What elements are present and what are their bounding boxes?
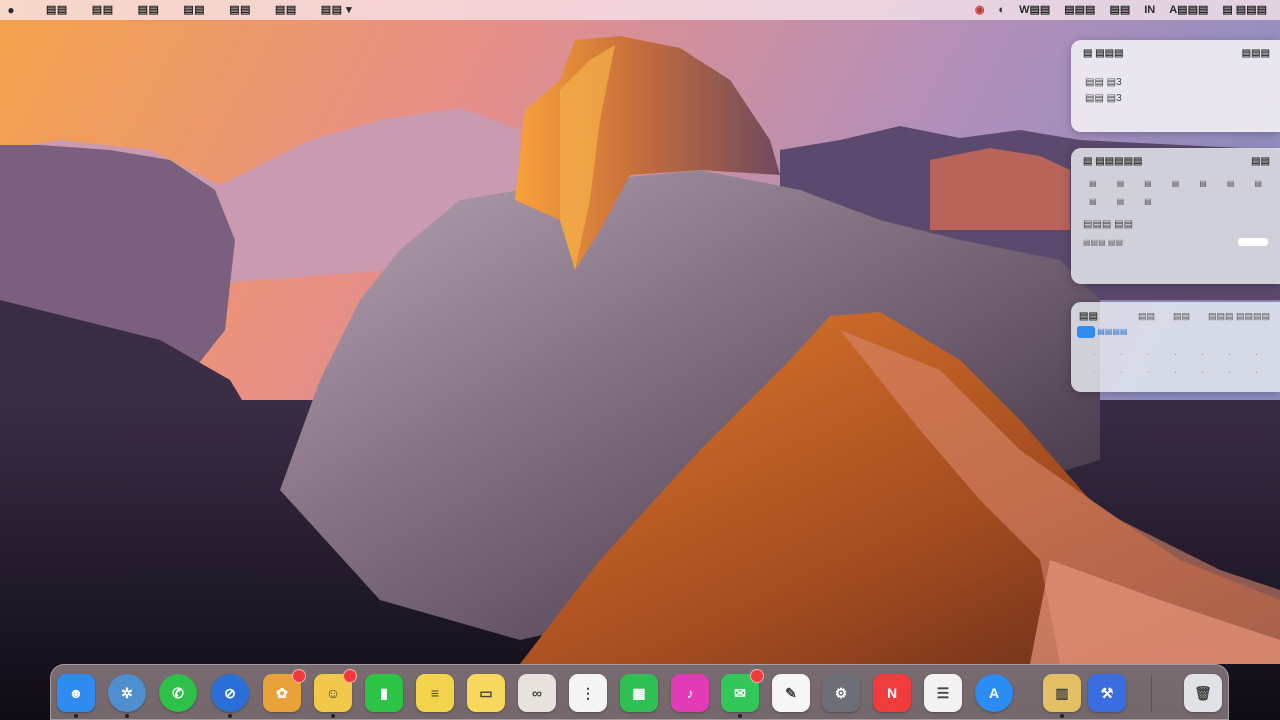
notification-badge bbox=[750, 669, 764, 683]
system-settings-icon[interactable]: ⚙ bbox=[822, 674, 860, 712]
control-center-icon[interactable]: ◐ bbox=[991, 0, 1012, 20]
messages-icon[interactable]: ✉ bbox=[721, 669, 764, 718]
calendar-day: ▤ bbox=[1144, 197, 1152, 206]
launchpad-icon[interactable]: ✲ bbox=[108, 674, 146, 718]
running-indicator bbox=[228, 714, 232, 718]
clock-widget-line: ▤▤ ▤3 bbox=[1085, 93, 1122, 104]
running-indicator bbox=[331, 714, 335, 718]
running-indicator bbox=[738, 714, 742, 718]
dock-separator bbox=[1151, 675, 1152, 711]
clock-status[interactable]: ▤ ▤▤▤ bbox=[1215, 0, 1274, 20]
archive-utility-icon[interactable]: ▥ bbox=[1043, 674, 1081, 718]
calendar-widget[interactable]: ▤ ▤▤▤▤▤ ▤▤ ▤ ▤ ▤ ▤ ▤ ▤ ▤ ▤ ▤ ▤ ▤▤▤ ▤▤ ▤▤… bbox=[1071, 148, 1280, 284]
calendar-day bbox=[1189, 195, 1217, 209]
reminders-dots-row: · · · · · · · bbox=[1093, 368, 1258, 377]
battery-status[interactable]: ▤▤▤ bbox=[1057, 0, 1102, 20]
running-indicator bbox=[74, 714, 78, 718]
running-indicator bbox=[1060, 714, 1064, 718]
clock-widget-title: ▤ ▤▤▤ bbox=[1083, 48, 1124, 59]
calendar-days-row: ▤ ▤ ▤ bbox=[1071, 191, 1280, 209]
contacts-icon[interactable]: ☺ bbox=[314, 669, 357, 718]
notification-badge bbox=[292, 669, 306, 683]
calendar-day bbox=[1217, 195, 1245, 209]
menu-bar-status: ◉ ◐ W▤▤ ▤▤▤ ▤▤ IN A▤▤▤ ▤ ▤▤▤ bbox=[968, 0, 1280, 20]
dock: ☻ ✲ ✆ ⊘ ✿ ☺ ▮ ≡ ▭ ∞ ⋮ ▦ ♪ ✉ ✎ ⚙ N ☰ A ▥ ⚒ 🗑 bbox=[50, 664, 1229, 720]
calendar-day: ▤ bbox=[1199, 179, 1207, 188]
reminders-dots-row: · · · · · · · bbox=[1093, 350, 1258, 359]
clock-widget-right: ▤▤▤ bbox=[1241, 48, 1270, 59]
apple-logo-icon[interactable]: ● bbox=[4, 0, 18, 20]
xcode-icon[interactable]: ⚒ bbox=[1088, 674, 1126, 712]
pages-icon[interactable]: ✎ bbox=[772, 674, 810, 712]
clock-widget-line: ▤▤ ▤3 bbox=[1085, 77, 1122, 88]
safari-icon[interactable]: ⊘ bbox=[211, 674, 249, 718]
clock-widget[interactable]: ▤ ▤▤▤ ▤▤▤ ▤▤ ▤3 ▤▤ ▤3 bbox=[1071, 40, 1280, 132]
calendar-event-marker bbox=[1238, 238, 1268, 246]
facetime-video-icon[interactable]: ▮ bbox=[365, 674, 403, 712]
reminders-col: ▤▤▤ ▤▤▤▤ bbox=[1207, 311, 1270, 321]
calendar-day: ▤ bbox=[1116, 197, 1125, 206]
calendar-day: ▤ bbox=[1089, 179, 1097, 188]
calendar-day bbox=[1244, 195, 1272, 209]
calendar-day bbox=[1162, 195, 1190, 209]
input-source-status[interactable]: IN bbox=[1137, 0, 1162, 20]
menu-item-file[interactable]: ▤▤ bbox=[80, 0, 126, 20]
menu-item-app[interactable]: ▤▤ bbox=[34, 0, 80, 20]
reminders-widget-title: ▤▤ bbox=[1079, 311, 1098, 322]
news-icon[interactable]: N bbox=[873, 674, 911, 712]
menu-item-edit[interactable]: ▤▤ bbox=[126, 0, 172, 20]
trash-icon[interactable]: 🗑 bbox=[1184, 674, 1222, 712]
textedit-icon[interactable]: ☰ bbox=[924, 674, 962, 712]
notification-badge bbox=[343, 669, 357, 683]
record-icon[interactable]: ◉ bbox=[968, 0, 992, 20]
reminder-item[interactable]: ▤▤▤▤ bbox=[1097, 327, 1127, 336]
finder-icon[interactable]: ☻ bbox=[57, 674, 95, 718]
menu-bar-left: ● ▤▤ ▤▤ ▤▤ ▤▤ ▤▤ ▤▤ ▤▤ ▾ bbox=[0, 0, 364, 20]
calendar-widget-title: ▤ ▤▤▤▤▤ bbox=[1083, 156, 1143, 167]
calendar-day: ▤ bbox=[1144, 179, 1152, 188]
menu-item-view[interactable]: ▤▤ bbox=[171, 0, 217, 20]
calendar-day: ▤ bbox=[1254, 179, 1262, 188]
facetime-icon[interactable]: ✆ bbox=[159, 674, 197, 712]
calendar-day: ▤ bbox=[1171, 179, 1180, 188]
calendar-day: ▤ bbox=[1226, 179, 1235, 188]
menu-item-help[interactable]: ▤▤ ▾ bbox=[309, 0, 364, 20]
calendar-widget-right: ▤▤ bbox=[1251, 156, 1270, 167]
spotlight-status[interactable]: ▤▤ bbox=[1102, 0, 1137, 20]
reminder-flag-icon bbox=[1077, 326, 1095, 338]
itunes-store-icon[interactable]: ♪ bbox=[671, 674, 709, 712]
notes-icon[interactable]: ≡ bbox=[416, 674, 454, 712]
calendar-event-sub: ▤▤▤ ▤▤ bbox=[1083, 238, 1124, 247]
wifi-status[interactable]: W▤▤ bbox=[1012, 0, 1057, 20]
reminders-icon[interactable]: ⋮ bbox=[569, 674, 607, 712]
running-indicator bbox=[125, 714, 129, 718]
numbers-icon[interactable]: ▦ bbox=[620, 674, 658, 712]
calendar-event: ▤▤▤ ▤▤ bbox=[1083, 219, 1134, 230]
reminders-col: ▤▤ bbox=[1172, 311, 1190, 321]
calendar-day: ▤ bbox=[1116, 179, 1125, 188]
photos-icon[interactable]: ✿ bbox=[263, 669, 306, 712]
stickies-icon[interactable]: ▭ bbox=[467, 674, 505, 712]
reminders-widget[interactable]: ▤▤ ▤▤ ▤▤ ▤▤▤ ▤▤▤▤ ▤▤▤▤ · · · · · · · · · · · · · · bbox=[1071, 302, 1280, 392]
reminders-col: ▤▤ bbox=[1137, 311, 1155, 321]
date-status[interactable]: A▤▤▤ bbox=[1162, 0, 1215, 20]
calendar-days-row: ▤ ▤ ▤ ▤ ▤ ▤ ▤ bbox=[1071, 167, 1280, 191]
calendar-day: ▤ bbox=[1089, 197, 1097, 206]
menu-bar: ● ▤▤ ▤▤ ▤▤ ▤▤ ▤▤ ▤▤ ▤▤ ▾ ◉ ◐ W▤▤ ▤▤▤ ▤▤ … bbox=[0, 0, 1280, 20]
app-store-icon[interactable]: A bbox=[975, 674, 1013, 712]
menu-item-go[interactable]: ▤▤ bbox=[217, 0, 263, 20]
menu-item-window[interactable]: ▤▤ bbox=[263, 0, 309, 20]
freeform-icon[interactable]: ∞ bbox=[518, 674, 556, 712]
